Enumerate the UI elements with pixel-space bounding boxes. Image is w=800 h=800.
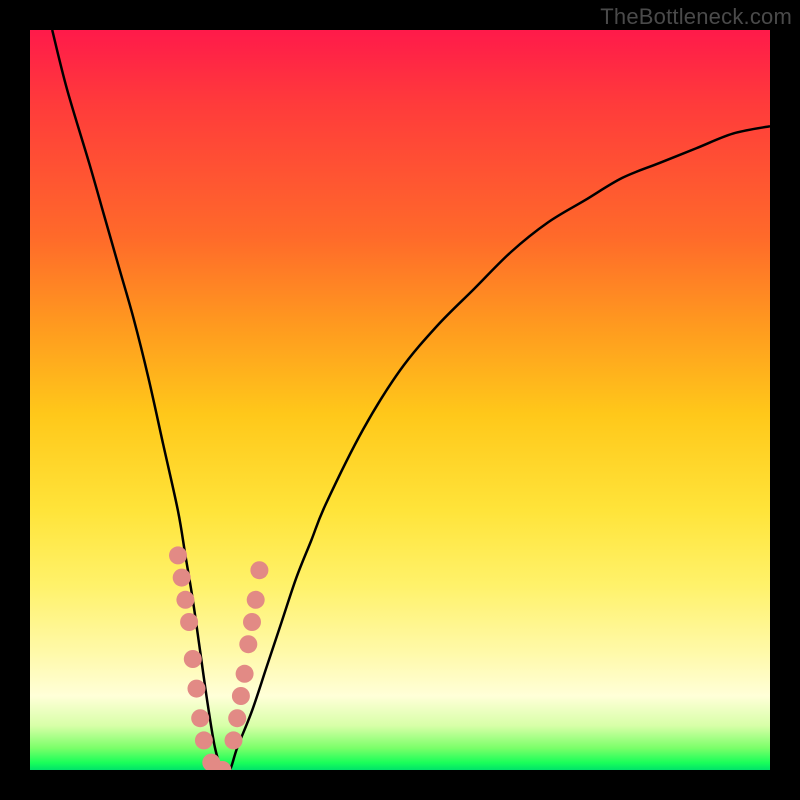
scatter-dot: [239, 635, 257, 653]
scatter-dot: [195, 731, 213, 749]
scatter-dot: [180, 613, 198, 631]
bottleneck-curve: [52, 30, 770, 770]
chart-frame: TheBottleneck.com: [0, 0, 800, 800]
scatter-dot: [176, 591, 194, 609]
scatter-dot: [228, 709, 246, 727]
plot-area: [30, 30, 770, 770]
scatter-dot: [236, 665, 254, 683]
scatter-dot: [232, 687, 250, 705]
scatter-dot: [247, 591, 265, 609]
scatter-dot: [225, 731, 243, 749]
scatter-dot: [173, 569, 191, 587]
scatter-dot: [169, 546, 187, 564]
scatter-points: [169, 546, 268, 770]
curve-layer: [30, 30, 770, 770]
watermark-text: TheBottleneck.com: [600, 4, 792, 30]
scatter-dot: [191, 709, 209, 727]
scatter-dot: [184, 650, 202, 668]
scatter-dot: [243, 613, 261, 631]
scatter-dot: [250, 561, 268, 579]
bottleneck-curve-path: [52, 30, 770, 770]
scatter-dot: [188, 680, 206, 698]
